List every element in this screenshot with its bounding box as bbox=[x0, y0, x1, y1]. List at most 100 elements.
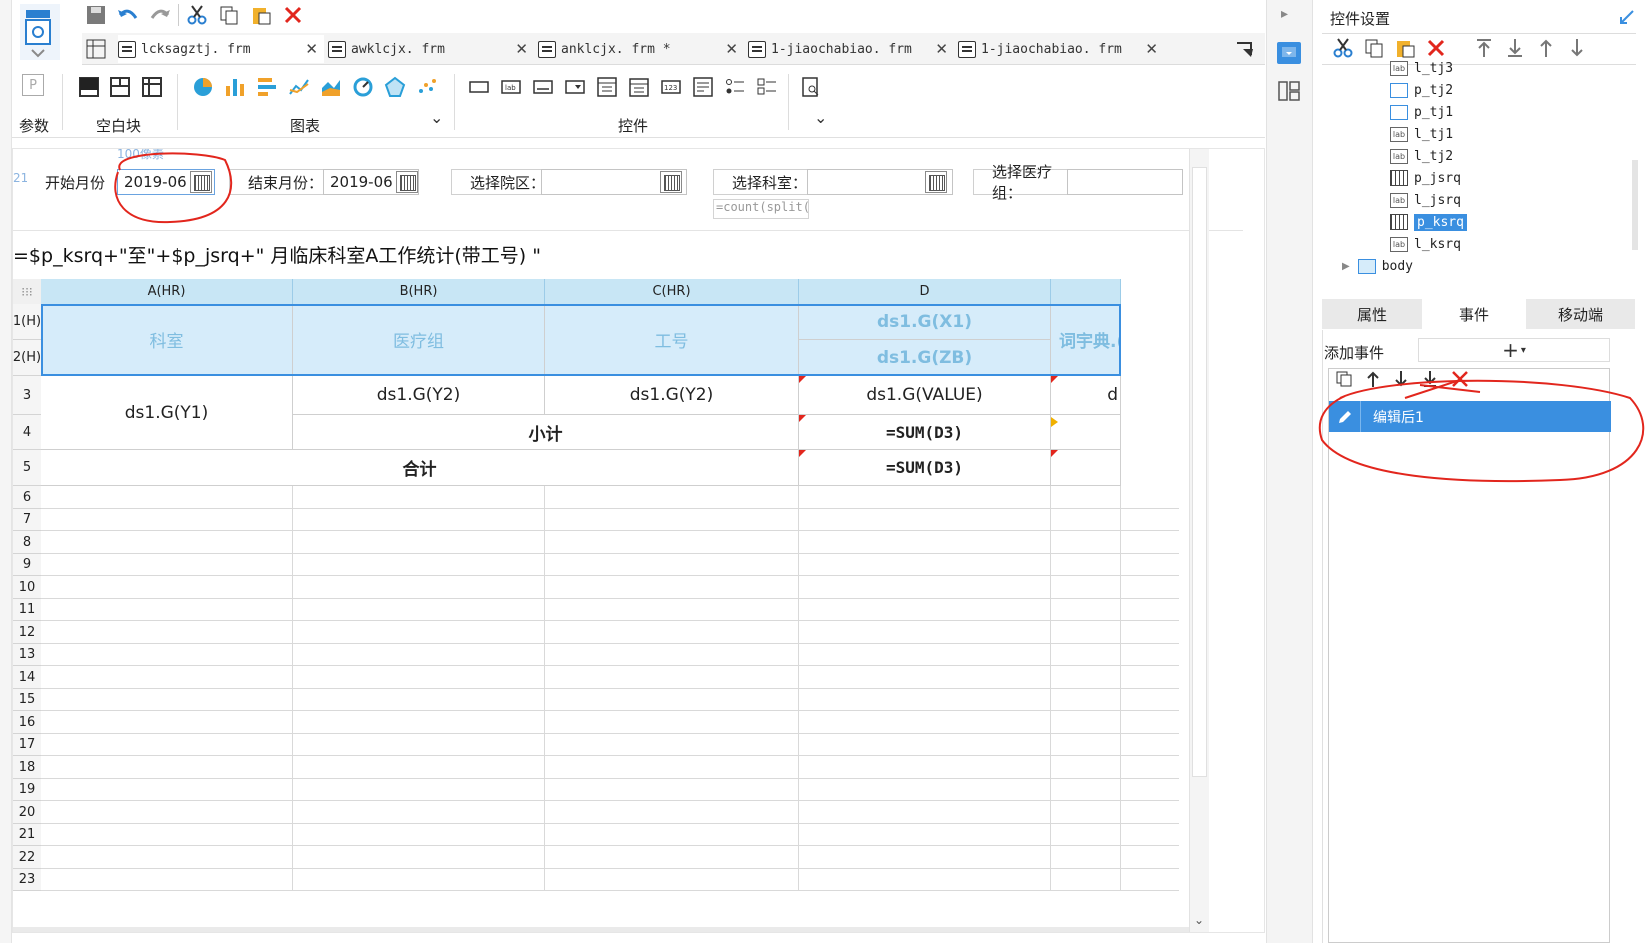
cell-value[interactable]: ds1.G(VALUE) bbox=[799, 376, 1051, 415]
row-header[interactable]: 20 bbox=[13, 801, 41, 824]
tree-select-icon[interactable] bbox=[925, 171, 947, 193]
event-list[interactable]: 编辑后1 bbox=[1328, 393, 1611, 943]
grid-layout-icon[interactable] bbox=[86, 39, 106, 59]
gauge-chart-icon[interactable] bbox=[352, 76, 378, 100]
row-header[interactable]: 19 bbox=[13, 779, 41, 801]
move-bottom-icon[interactable] bbox=[1421, 370, 1439, 392]
row-header[interactable]: 1(H) bbox=[13, 304, 41, 340]
tab-lcksagztj[interactable]: lcksagztj. frm ✕ bbox=[118, 35, 324, 63]
tab-jiaochabiao-1[interactable]: 1-jiaochabiao. frm ✕ bbox=[748, 35, 954, 63]
dropdown-widget-icon[interactable] bbox=[564, 76, 590, 100]
cell-e4[interactable] bbox=[1051, 415, 1121, 450]
row-header[interactable]: 4 bbox=[13, 415, 41, 450]
row-header[interactable]: 7 bbox=[13, 509, 41, 531]
horizontal-scrollbar[interactable] bbox=[13, 927, 1189, 932]
label-widget-icon[interactable]: lab bbox=[500, 76, 526, 100]
tree-node[interactable]: p_tj2 bbox=[1390, 80, 1453, 100]
calendar-icon[interactable] bbox=[190, 171, 212, 193]
button-widget-icon[interactable] bbox=[468, 76, 494, 100]
move-down-icon[interactable] bbox=[1393, 370, 1409, 392]
horizontal-bar-icon[interactable] bbox=[256, 76, 282, 100]
area-chart-icon[interactable] bbox=[320, 76, 346, 100]
widget-more-chevron-icon[interactable]: ⌄ bbox=[814, 108, 827, 127]
date-widget-icon[interactable] bbox=[628, 76, 654, 100]
tree-node[interactable]: lab l_tj1 bbox=[1390, 124, 1453, 144]
close-icon[interactable]: ✕ bbox=[305, 40, 318, 58]
pie-chart-icon[interactable] bbox=[192, 76, 218, 100]
tree-widget-icon[interactable] bbox=[596, 76, 622, 100]
column-header-c[interactable]: C(HR) bbox=[545, 279, 799, 304]
copy-icon[interactable] bbox=[215, 2, 243, 28]
delete-icon[interactable] bbox=[1451, 370, 1469, 392]
close-icon[interactable]: ✕ bbox=[935, 40, 948, 58]
row-header[interactable]: 15 bbox=[13, 689, 41, 711]
parameter-icon[interactable]: P bbox=[22, 74, 44, 96]
tab-block-icon[interactable] bbox=[109, 76, 135, 100]
tree-node-body[interactable]: ▶ body bbox=[1342, 256, 1413, 276]
move-up-icon[interactable] bbox=[1535, 37, 1557, 63]
vertical-scrollbar[interactable]: ⌃ ⌄ bbox=[1189, 149, 1209, 932]
line-chart-icon[interactable] bbox=[288, 76, 314, 100]
undo-icon[interactable] bbox=[114, 2, 142, 28]
text-widget-icon[interactable] bbox=[532, 76, 558, 100]
preview-widget-icon[interactable] bbox=[800, 76, 826, 100]
dock-panel-icon[interactable] bbox=[1618, 8, 1636, 26]
tab-mobile[interactable]: 移动端 bbox=[1526, 299, 1636, 329]
textarea-widget-icon[interactable] bbox=[692, 76, 718, 100]
column-header-e[interactable] bbox=[1051, 279, 1121, 304]
left-collapse-strip[interactable] bbox=[0, 0, 12, 943]
bar-chart-icon[interactable] bbox=[224, 76, 250, 100]
column-header-a[interactable]: A(HR) bbox=[41, 279, 293, 304]
report-canvas[interactable]: 100像素 21像素 开始月份 2019-06 结束月份： 2019-06 选择… bbox=[12, 148, 1265, 933]
report-block-icon[interactable] bbox=[141, 76, 167, 100]
move-top-icon[interactable] bbox=[1473, 37, 1495, 63]
header-cell-dictionary[interactable]: 词宇典.( bbox=[1051, 304, 1121, 376]
checkbox-group-widget-icon[interactable] bbox=[756, 76, 782, 100]
column-header-d[interactable]: D bbox=[799, 279, 1051, 304]
tab-properties[interactable]: 属性 bbox=[1322, 299, 1423, 329]
close-icon[interactable]: ✕ bbox=[515, 40, 528, 58]
cut-icon[interactable] bbox=[183, 2, 211, 28]
cell-y2-id[interactable]: ds1.G(Y2) bbox=[545, 376, 799, 415]
tree-node[interactable]: lab l_tj2 bbox=[1390, 146, 1453, 166]
cell-y2-group[interactable]: ds1.G(Y2) bbox=[293, 376, 545, 415]
column-header-b[interactable]: B(HR) bbox=[293, 279, 545, 304]
expand-arrow-icon[interactable]: ▶ bbox=[1342, 261, 1350, 272]
cell-d-truncated[interactable]: d bbox=[1051, 376, 1121, 415]
tab-anklcjx[interactable]: anklcjx. frm * ✕ bbox=[538, 35, 744, 63]
tree-node[interactable]: lab l_jsrq bbox=[1390, 190, 1461, 210]
row-header[interactable]: 18 bbox=[13, 756, 41, 779]
subtotal-formula[interactable]: =SUM(D3) bbox=[799, 415, 1051, 450]
total-formula[interactable]: =SUM(D3) bbox=[799, 450, 1051, 486]
header-cell-staff-id[interactable]: 工号 bbox=[545, 304, 799, 376]
calendar-icon[interactable] bbox=[396, 171, 418, 193]
tree-node[interactable]: p_tj1 bbox=[1390, 102, 1453, 122]
tree-select-icon[interactable] bbox=[660, 171, 682, 193]
row-header[interactable]: 23 bbox=[13, 869, 41, 891]
number-widget-icon[interactable]: 123 bbox=[660, 76, 686, 100]
row-header[interactable]: 14 bbox=[13, 666, 41, 689]
medical-group-input[interactable] bbox=[1067, 169, 1183, 195]
row-header[interactable]: 10 bbox=[13, 576, 41, 599]
row-header[interactable]: 13 bbox=[13, 644, 41, 666]
move-bottom-icon[interactable] bbox=[1504, 37, 1526, 63]
scroll-down-icon[interactable]: ⌄ bbox=[1194, 913, 1204, 927]
row-header[interactable]: 22 bbox=[13, 846, 41, 869]
app-menu-button[interactable] bbox=[20, 4, 60, 60]
delete-icon[interactable] bbox=[279, 2, 307, 28]
close-icon[interactable]: ✕ bbox=[725, 40, 738, 58]
move-down-icon[interactable] bbox=[1566, 37, 1588, 63]
expand-arrow-icon[interactable]: ▸ bbox=[1281, 6, 1288, 22]
chart-more-chevron-icon[interactable]: ⌄ bbox=[430, 108, 443, 127]
row-header[interactable]: 6 bbox=[13, 486, 41, 509]
radio-group-widget-icon[interactable] bbox=[724, 76, 750, 100]
absolute-block-icon[interactable] bbox=[78, 76, 104, 100]
cell-e5[interactable] bbox=[1051, 450, 1121, 486]
tab-jiaochabiao-2[interactable]: 1-jiaochabiao. frm ✕ bbox=[958, 35, 1164, 63]
move-up-icon[interactable] bbox=[1365, 370, 1381, 392]
report-grid[interactable]: ⁝⁝⁝ A(HR) B(HR) C(HR) D 1(H) 2(H) 3 4 5 … bbox=[13, 279, 1179, 932]
cut-icon[interactable] bbox=[1332, 37, 1354, 63]
subtotal-label[interactable]: 小计 bbox=[293, 415, 799, 450]
tab-list-dropdown-icon[interactable] bbox=[1235, 39, 1255, 59]
widget-tree[interactable]: lab l_tj3 p_tj2 p_tj1 lab l_tj1 lab l_tj2 p… bbox=[1328, 60, 1618, 288]
